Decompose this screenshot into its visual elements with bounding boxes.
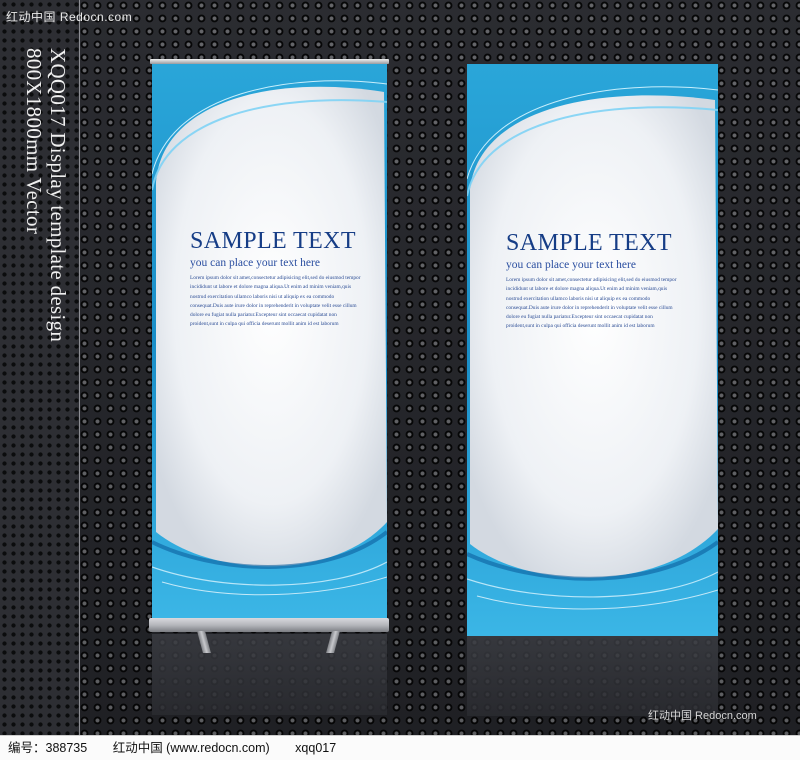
body-line: consequat.Duis aute irure dolor in repre…: [190, 302, 357, 309]
body-line: dolore eu fugiat nulla pariatur.Excepteu…: [190, 312, 337, 319]
banner-body: Lorem ipsum dolor sit amet,consectetur a…: [190, 274, 387, 330]
banner-subtitle: you can place your text here: [190, 257, 320, 269]
footer-site: 红动中国 (www.redocn.com): [112, 741, 270, 755]
stand-base: [149, 618, 389, 632]
body-line: nostrud exercitation ullamco laboris nis…: [190, 293, 335, 300]
left-floor-reflection: [152, 634, 387, 715]
body-line: proident,sunt in culpa qui officia deser…: [190, 321, 339, 328]
banner-subtitle: you can place your text here: [506, 259, 636, 271]
banner-text-block: SAMPLE TEXT you can place your text here…: [506, 230, 718, 332]
right-floor-reflection: [467, 636, 718, 716]
body-line: Lorem ipsum dolor sit amet,consectetur a…: [190, 275, 361, 281]
banner-title: SAMPLE TEXT: [190, 228, 356, 254]
body-line: nostrud exercitation ullamco laboris nis…: [506, 295, 651, 302]
body-line: proident,sunt in culpa qui officia deser…: [506, 323, 655, 330]
footer-author: xqq017: [295, 741, 337, 755]
body-line: incididunt ut labore et dolore magna ali…: [190, 284, 352, 291]
watermark-bottom: 红动中国 Redocn.com: [648, 710, 757, 722]
body-line: Lorem ipsum dolor sit amet,consectetur a…: [506, 277, 677, 283]
banner-body: Lorem ipsum dolor sit amet,consectetur a…: [506, 276, 718, 332]
body-line: consequat.Duis aute irure dolor in repre…: [506, 304, 673, 311]
caption-line-1: XQQ017 Display template design: [46, 48, 70, 343]
banner-title: SAMPLE TEXT: [506, 230, 672, 256]
banner-wave-graphic: [467, 86, 718, 610]
body-line: incididunt ut labore et dolore magna ali…: [506, 286, 668, 293]
stand-top-bar: [150, 59, 389, 64]
footer-id: 编号：388735: [8, 741, 88, 755]
body-line: dolore eu fugiat nulla pariatur.Excepteu…: [506, 314, 653, 321]
vertical-caption: XQQ017 Display template design 800X1800m…: [22, 48, 70, 398]
right-banner: SAMPLE TEXT you can place your text here…: [467, 64, 718, 636]
caption-line-2: 800X1800mm Vector: [22, 48, 46, 235]
footer-bar: 编号：388735 红动中国 (www.redocn.com) xqq017: [0, 735, 800, 760]
left-rollup-banner: SAMPLE TEXT you can place your text here…: [152, 62, 387, 619]
watermark-top: 红动中国 Redocn.com: [6, 10, 133, 24]
banner-wave-graphic: [152, 80, 387, 596]
banner-text-block: SAMPLE TEXT you can place your text here…: [190, 228, 387, 330]
